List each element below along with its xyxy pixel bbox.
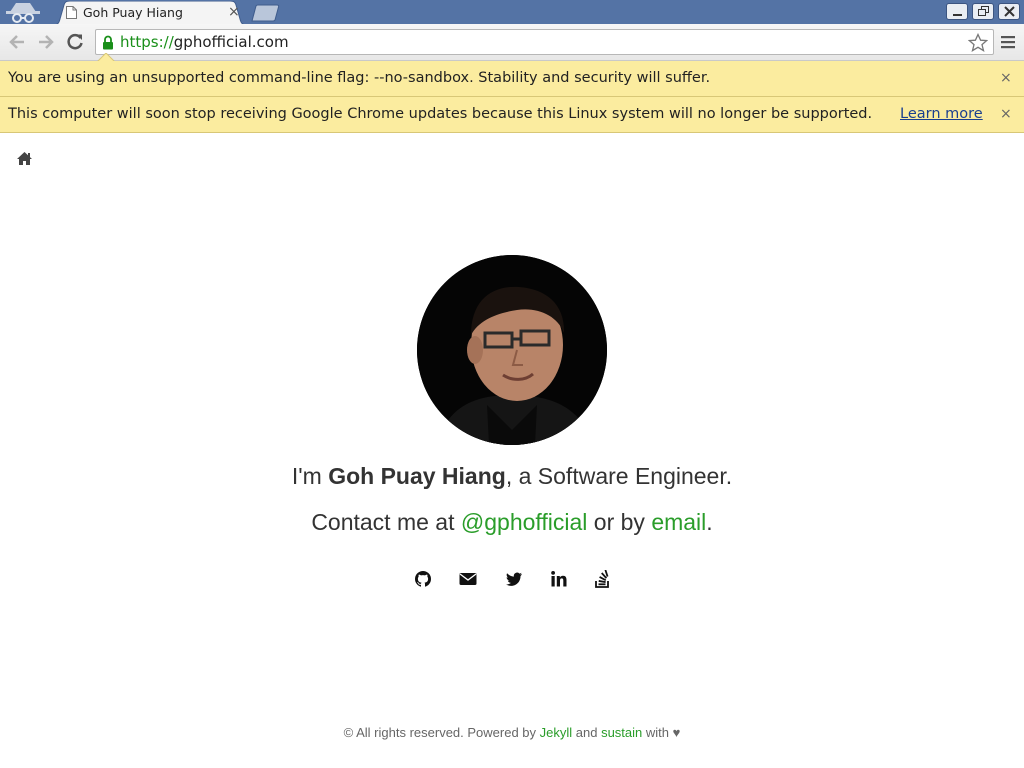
address-bar[interactable]: https://gphofficial.com [95, 29, 994, 55]
profile-avatar [417, 255, 607, 445]
infobar-close-icon[interactable]: × [1000, 70, 1012, 86]
infobar-message: This computer will soon stop receiving G… [8, 106, 873, 122]
twitter-handle-link[interactable]: @gphofficial [461, 509, 588, 535]
contact-text: Contact me at @gphofficial or by email. [311, 509, 713, 535]
back-arrow-icon[interactable] [7, 32, 27, 52]
profile-photo [417, 255, 607, 445]
stackoverflow-icon[interactable] [594, 570, 612, 588]
url-host: gphofficial.com [173, 33, 289, 51]
forward-arrow-icon[interactable] [36, 32, 56, 52]
tab-title: Goh Puay Hiang [83, 5, 183, 20]
url-text: https://gphofficial.com [120, 33, 289, 51]
minimize-button[interactable] [946, 3, 968, 20]
window-titlebar: Goh Puay Hiang × [0, 0, 1024, 25]
reload-icon[interactable] [65, 32, 85, 52]
author-name: Goh Puay Hiang [328, 463, 506, 489]
infobar-close-icon[interactable]: × [1000, 106, 1012, 122]
sustain-link[interactable]: sustain [601, 725, 642, 740]
twitter-icon[interactable] [505, 570, 523, 588]
url-scheme: https:// [120, 33, 174, 51]
social-links [0, 570, 1024, 590]
browser-toolbar: https://gphofficial.com [0, 24, 1024, 61]
bookmark-star-icon[interactable] [968, 33, 988, 53]
page-favicon-icon [66, 6, 77, 19]
new-tab-button[interactable] [249, 4, 283, 22]
email-link[interactable]: email [651, 509, 706, 535]
infobar-message: You are using an unsupported command-lin… [8, 70, 711, 86]
tab-close-icon[interactable]: × [228, 4, 240, 20]
chrome-menu-icon[interactable] [999, 34, 1017, 50]
envelope-icon[interactable] [459, 570, 477, 588]
infobar-update-warning: This computer will soon stop receiving G… [0, 97, 1024, 133]
learn-more-link[interactable]: Learn more [900, 106, 983, 122]
restore-button[interactable] [972, 3, 994, 20]
close-window-button[interactable] [998, 3, 1020, 20]
infobar-unsupported-flag: You are using an unsupported command-lin… [0, 53, 1024, 97]
incognito-icon [6, 3, 40, 23]
linkedin-icon[interactable] [550, 570, 568, 588]
intro-text: I'm Goh Puay Hiang, a Software Engineer. [291, 463, 733, 489]
github-icon[interactable] [414, 570, 432, 588]
home-icon[interactable] [16, 151, 33, 166]
tab-goh-puay-hiang[interactable]: Goh Puay Hiang × [52, 1, 248, 25]
page-footer: © All rights reserved. Powered by Jekyll… [343, 725, 681, 740]
jekyll-link[interactable]: Jekyll [540, 725, 573, 740]
lock-icon[interactable] [102, 35, 114, 50]
